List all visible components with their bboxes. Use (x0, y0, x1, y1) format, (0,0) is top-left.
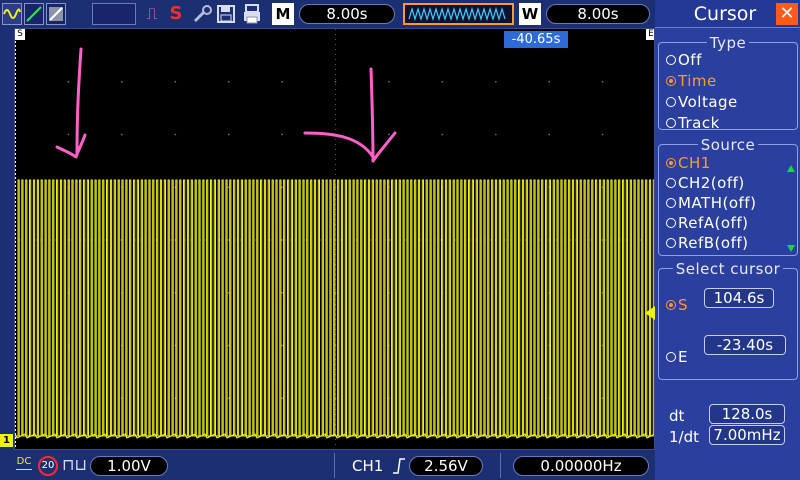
trigger-level-marker[interactable] (645, 306, 655, 320)
trigger-level-value[interactable]: 2.56V (409, 456, 483, 476)
main-timebase-value[interactable]: 8.00s (299, 4, 395, 24)
select-cursor-s[interactable]: S (666, 295, 688, 315)
select-cursor-e[interactable]: E (666, 347, 688, 367)
dt-label: dt (669, 407, 685, 425)
invert-icon: ⊓⊔ (62, 455, 87, 474)
select-cursor-title: Select cursor (672, 260, 784, 278)
type-group-title: Type (706, 34, 750, 52)
grid-dot (67, 80, 70, 83)
ch1-ground-marker[interactable]: 1 (0, 434, 13, 447)
source-option-refb[interactable]: RefB(off) (666, 233, 749, 253)
source-group: Source CH1 CH2(off) MATH(off) RefA(off) … (658, 136, 798, 256)
inv-dt-label: 1/dt (669, 428, 699, 446)
radio-icon (666, 96, 676, 107)
divider (334, 453, 335, 478)
annotation-arrow-right (303, 67, 397, 163)
persist-icon[interactable] (46, 3, 66, 25)
window-timebase-badge: W (519, 3, 541, 25)
top-status-bar: ⎍ S M 8.00s W 8.00s (0, 0, 655, 28)
radio-icon (666, 117, 676, 128)
grid-dot (548, 80, 551, 83)
radio-icon (666, 217, 676, 228)
select-cursor-group: Select cursor S 104.6s E -23.40s (658, 260, 798, 380)
grid-dot (334, 80, 337, 83)
source-option-ch1[interactable]: CH1 (666, 153, 711, 173)
grid-dot (174, 80, 177, 83)
radio-selected-icon (666, 157, 676, 168)
source-option-ch2[interactable]: CH2(off) (666, 173, 745, 193)
wrench-icon[interactable] (191, 3, 215, 25)
rising-edge-icon (392, 456, 406, 476)
cursor-menu-panel: Cursor ✕ Type Off Time Voltage Track Sou… (655, 0, 800, 480)
grid-dot (441, 133, 444, 136)
coupling-label: DC (16, 456, 32, 467)
radio-icon (666, 351, 676, 362)
dc-coupling-icon: DC (14, 457, 34, 470)
source-group-title: Source (697, 136, 759, 154)
print-icon[interactable] (240, 3, 264, 25)
grid-dot (120, 80, 123, 83)
type-option-time[interactable]: Time (666, 71, 717, 91)
cursor-e-value[interactable]: -23.40s (704, 335, 786, 355)
type-option-track[interactable]: Track (666, 113, 720, 133)
memory-overview (403, 3, 514, 25)
save-icon[interactable] (215, 3, 237, 25)
waveform-canvas (15, 29, 654, 449)
grid-dot (120, 133, 123, 136)
source-option-refa[interactable]: RefA(off) (666, 213, 748, 233)
radio-selected-icon (666, 299, 676, 310)
grid-dot (227, 80, 230, 83)
cursor-s-value[interactable]: 104.6s (704, 288, 774, 308)
trigger-source[interactable]: CH1 (352, 456, 383, 476)
grid-dot (67, 133, 70, 136)
grid-dot (601, 133, 604, 136)
radio-icon (666, 177, 676, 188)
grid-dot (227, 133, 230, 136)
type-group: Type Off Time Voltage Track (658, 34, 798, 133)
bottom-status-bar: DC 20 ⊓⊔ 1.00V CH1 2.56V 0.00000Hz (0, 451, 655, 480)
close-button[interactable]: ✕ (776, 3, 798, 25)
sine-wave-icon[interactable] (2, 3, 22, 25)
radio-icon (666, 197, 676, 208)
trigger-frequency-value: 0.00000Hz (513, 456, 649, 476)
type-option-voltage[interactable]: Voltage (666, 92, 738, 112)
window-timebase-value[interactable]: 8.00s (546, 4, 650, 24)
scroll-up-icon[interactable] (787, 165, 795, 172)
radio-selected-icon (666, 75, 676, 86)
single-trigger-icon[interactable]: S (167, 3, 185, 25)
waveform-display[interactable]: S E -40.65s (14, 28, 655, 450)
panel-header: Cursor ✕ (655, 0, 800, 28)
grid-dot (601, 80, 604, 83)
grid-dot (441, 80, 444, 83)
run-state-icon[interactable]: ⎍ (141, 3, 163, 25)
dt-value: 128.0s (709, 404, 785, 424)
main-timebase-badge: M (272, 3, 294, 25)
grid-dot (388, 133, 390, 136)
horizontal-position-flag[interactable]: -40.65s (504, 31, 568, 48)
ch1-trace (15, 179, 654, 437)
divider (500, 453, 501, 478)
scroll-down-icon[interactable] (787, 245, 795, 252)
inv-dt-value: 7.00mHz (709, 425, 785, 445)
end-cursor-corner: E (646, 29, 654, 40)
panel-title: Cursor (693, 3, 757, 25)
bandwidth-limit-icon: 20 (38, 456, 58, 476)
grid-dot (494, 80, 497, 83)
grid-dot (494, 133, 497, 136)
grid-dot (548, 133, 551, 136)
radio-icon (666, 237, 676, 248)
grid-dot (174, 133, 177, 136)
radio-icon (666, 54, 676, 65)
ch1-volts-div[interactable]: 1.00V (90, 456, 168, 476)
grid-dot (281, 80, 283, 83)
grid-dot (388, 80, 390, 83)
start-cursor-corner: S (15, 29, 25, 40)
type-option-off[interactable]: Off (666, 50, 702, 70)
source-option-math[interactable]: MATH(off) (666, 193, 756, 213)
display-mode-group (2, 3, 88, 25)
annotation-arrow-left (55, 47, 87, 159)
status-field (92, 3, 136, 25)
ramp-icon[interactable] (24, 3, 44, 25)
grid-dot (281, 133, 283, 136)
